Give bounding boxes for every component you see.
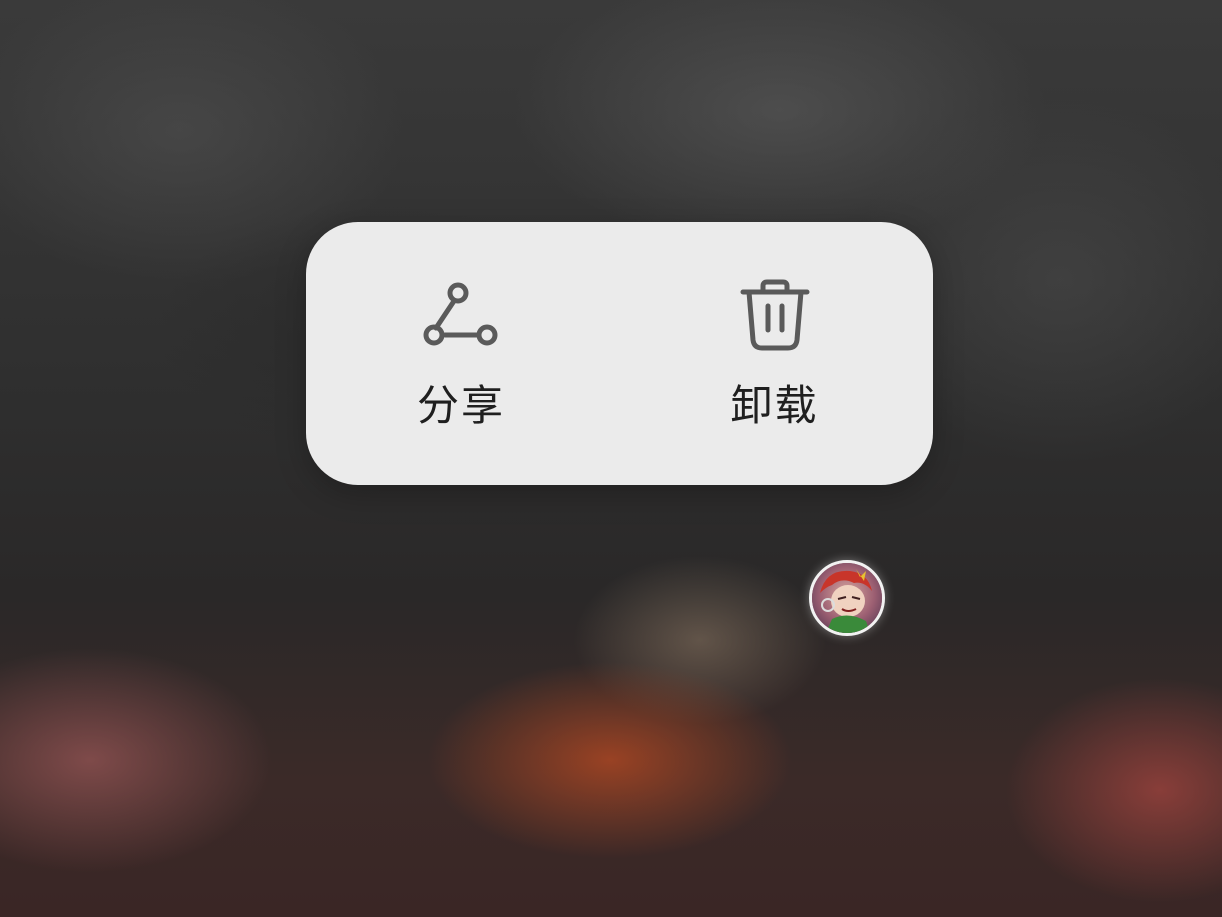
trash-icon — [735, 278, 815, 358]
share-label: 分享 — [416, 381, 505, 430]
share-button[interactable]: 分享 — [306, 222, 620, 485]
app-context-menu: 分享 卸载 — [306, 222, 933, 485]
uninstall-label: 卸载 — [730, 381, 819, 430]
user-avatar[interactable] — [809, 560, 885, 636]
uninstall-button[interactable]: 卸载 — [620, 222, 934, 485]
share-icon — [421, 278, 501, 358]
